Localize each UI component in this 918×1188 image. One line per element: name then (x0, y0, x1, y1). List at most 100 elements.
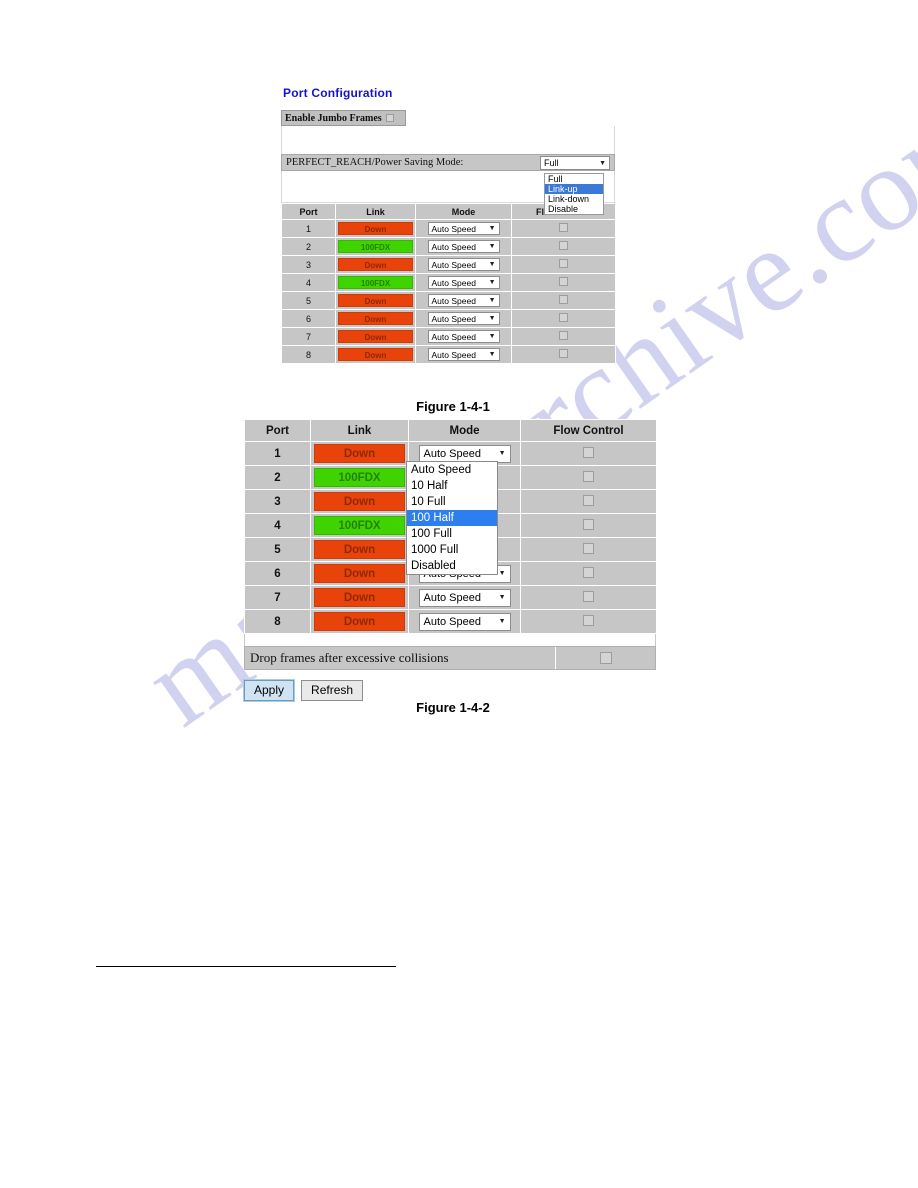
flow-control-checkbox[interactable] (559, 295, 568, 304)
flow-control-checkbox[interactable] (583, 518, 594, 530)
power-saving-mode-select[interactable]: Full ▼ (540, 156, 610, 170)
link-status-badge: Down (338, 348, 413, 361)
mode-option[interactable]: Disabled (407, 558, 497, 574)
flow-control-checkbox[interactable] (559, 313, 568, 322)
mode-option[interactable]: 10 Full (407, 494, 497, 510)
flow-control-cell (520, 441, 657, 466)
mode-dropdown-open-list[interactable]: Auto Speed 10 Half 10 Full 100 Half 100 Full… (406, 461, 498, 575)
figure-1-4-2-screenshot: Port Link Mode Flow Control 1 Down Auto Sp… (242, 419, 657, 702)
port-configuration-table: Port Link Mode Flow Control 1DownAuto Sp… (281, 203, 616, 364)
power-saving-option[interactable]: Full (545, 174, 603, 184)
link-status-cell: 100FDX (310, 513, 409, 538)
mode-select[interactable]: Auto Speed ▼ (427, 330, 500, 343)
power-saving-option[interactable]: Disable (545, 204, 603, 214)
flow-control-cell (511, 291, 616, 310)
flow-control-cell (511, 273, 616, 292)
link-status-cell: Down (335, 327, 416, 346)
table-row: 5 Down Auto Speed ▼ (281, 291, 616, 310)
flow-control-checkbox[interactable] (583, 470, 594, 482)
mode-select[interactable]: Auto Speed ▼ (427, 294, 500, 307)
link-status-badge: Down (338, 258, 413, 271)
column-header-link: Link (310, 419, 409, 442)
port-number-cell: 5 (244, 537, 311, 562)
port-number-cell: 8 (281, 345, 336, 364)
mode-select-value: Auto Speed (431, 259, 476, 270)
mode-option[interactable]: Auto Speed (407, 462, 497, 478)
refresh-button[interactable]: Refresh (301, 680, 364, 701)
link-status-cell: Down (310, 537, 409, 562)
mode-select[interactable]: Auto Speed ▼ (427, 222, 500, 235)
table-row: 1 Down Auto Speed ▼ (281, 219, 616, 238)
flow-control-checkbox[interactable] (559, 277, 568, 286)
figure-1-4-1-screenshot: Port Configuration Enable Jumbo Frames P… (281, 86, 616, 364)
mode-select[interactable]: Auto Speed ▼ (418, 444, 511, 463)
mode-option[interactable]: 10 Half (407, 478, 497, 494)
power-saving-option-highlighted[interactable]: Link-up (545, 184, 603, 194)
drop-frames-checkbox[interactable] (599, 652, 612, 664)
column-header-mode: Mode (415, 203, 512, 220)
power-saving-mode-selected-value: Full (544, 158, 559, 168)
table-bottom-gap (244, 634, 656, 646)
flow-control-checkbox[interactable] (559, 241, 568, 250)
column-header-port: Port (281, 203, 336, 220)
mode-select-value: Auto Speed (431, 349, 476, 360)
enable-jumbo-frames-checkbox[interactable] (385, 114, 394, 122)
link-status-badge: Down (338, 294, 413, 307)
chevron-down-icon: ▼ (599, 159, 606, 167)
mode-select[interactable]: Auto Speed ▼ (427, 276, 500, 289)
apply-button[interactable]: Apply (242, 679, 296, 702)
drop-frames-row: Drop frames after excessive collisions (244, 646, 656, 670)
mode-select-value: Auto Speed (431, 277, 476, 288)
flow-control-checkbox[interactable] (583, 494, 594, 506)
table-row: 4 100FDX Auto Speed ▼ (281, 273, 616, 292)
flow-control-cell (511, 219, 616, 238)
power-saving-option[interactable]: Link-down (545, 194, 603, 204)
mode-select-value: Auto Speed (423, 615, 482, 628)
table-row: 2 100FDX Auto Speed ▼ (281, 237, 616, 256)
flow-control-checkbox[interactable] (559, 331, 568, 340)
flow-control-cell (520, 465, 657, 490)
flow-control-checkbox[interactable] (559, 259, 568, 268)
port-number-cell: 6 (281, 309, 336, 328)
mode-option[interactable]: 1000 Full (407, 542, 497, 558)
flow-control-checkbox[interactable] (559, 223, 568, 232)
flow-control-cell (520, 537, 657, 562)
mode-option-highlighted[interactable]: 100 Half (407, 510, 497, 526)
flow-control-checkbox[interactable] (583, 542, 594, 554)
table-row: 8 Down Auto Speed ▼ (244, 609, 657, 634)
flow-control-checkbox[interactable] (583, 590, 594, 602)
flow-control-checkbox[interactable] (583, 446, 594, 458)
mode-option[interactable]: 100 Full (407, 526, 497, 542)
mode-select[interactable]: Auto Speed ▼ (427, 348, 500, 361)
chevron-down-icon: ▼ (488, 261, 496, 268)
mode-select[interactable]: Auto Speed ▼ (418, 588, 511, 607)
link-status-cell: Down (310, 489, 409, 514)
flow-control-cell (520, 609, 657, 634)
link-status-badge: Down (314, 612, 405, 631)
mode-select[interactable]: Auto Speed ▼ (427, 312, 500, 325)
power-saving-mode-row: PERFECT_REACH/Power Saving Mode: Full ▼ … (281, 154, 615, 215)
mode-select-value: Auto Speed (431, 241, 476, 252)
flow-control-cell (520, 513, 657, 538)
mode-select[interactable]: Auto Speed ▼ (427, 258, 500, 271)
mode-cell: Auto Speed ▼ (408, 609, 521, 634)
mode-cell: Auto Speed ▼ (408, 585, 521, 610)
action-button-row: Apply Refresh (242, 679, 656, 702)
column-header-port: Port (244, 419, 311, 442)
flow-control-cell (511, 327, 616, 346)
link-status-cell: Down (335, 219, 416, 238)
port-number-cell: 1 (281, 219, 336, 238)
link-status-badge: 100FDX (314, 516, 405, 535)
mode-select[interactable]: Auto Speed ▼ (427, 240, 500, 253)
link-status-badge: Down (314, 492, 405, 511)
power-saving-mode-options-list[interactable]: Full Link-up Link-down Disable (544, 173, 604, 215)
chevron-down-icon: ▼ (488, 279, 496, 286)
flow-control-checkbox[interactable] (583, 614, 594, 626)
flow-control-checkbox[interactable] (559, 349, 568, 358)
port-number-cell: 8 (244, 609, 311, 634)
chevron-down-icon: ▼ (488, 225, 496, 232)
mode-select[interactable]: Auto Speed ▼ (418, 612, 511, 631)
flow-control-checkbox[interactable] (583, 566, 594, 578)
link-status-cell: 100FDX (335, 237, 416, 256)
flow-control-cell (511, 309, 616, 328)
